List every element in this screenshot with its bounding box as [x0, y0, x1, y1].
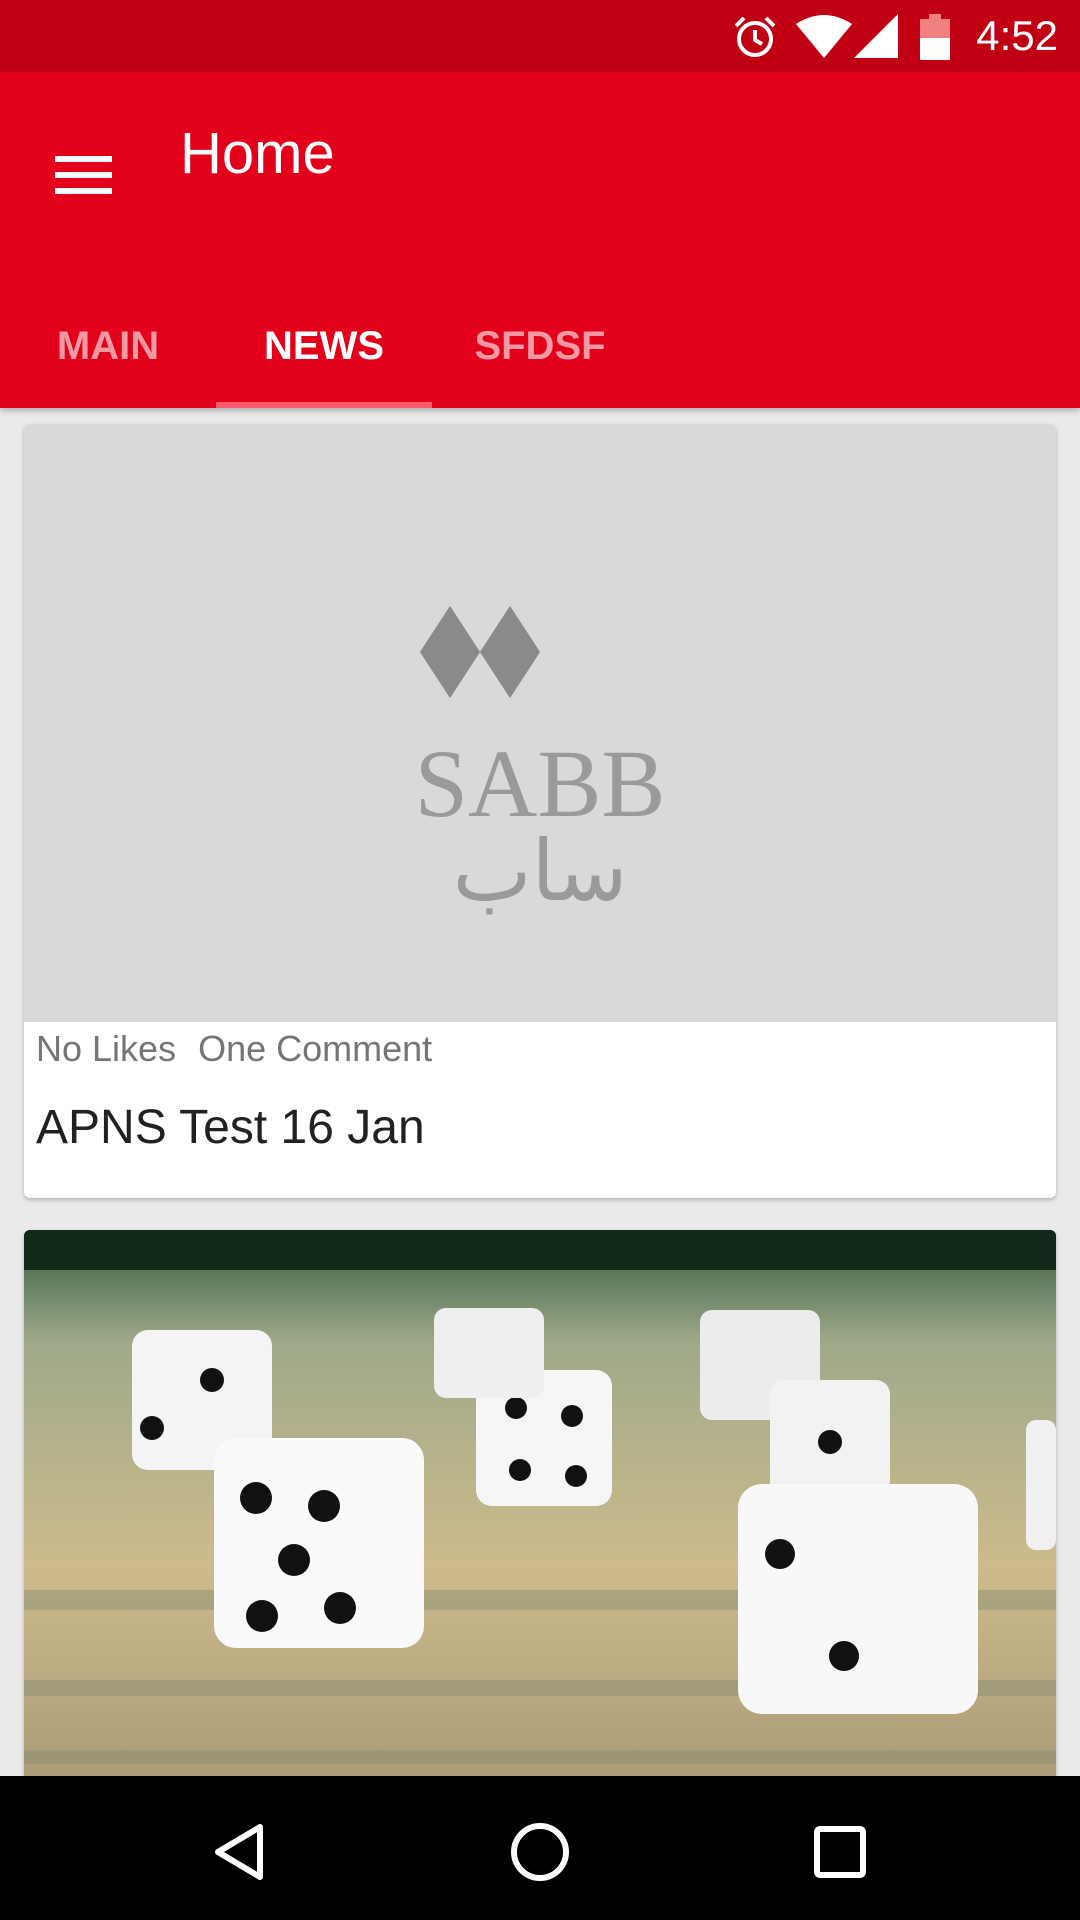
app-bar: Home MAIN NEWS SFDSF: [0, 72, 1080, 408]
news-card[interactable]: [24, 1230, 1056, 1790]
hamburger-menu-icon[interactable]: [40, 128, 130, 218]
sabb-logo: SABB ساب: [415, 606, 666, 920]
card-image: SABB ساب: [24, 424, 1056, 1022]
tab-bar: MAIN NEWS SFDSF: [0, 294, 1080, 408]
card-meta: No Likes One Comment: [36, 1028, 454, 1070]
wifi-icon: [796, 14, 852, 63]
home-icon[interactable]: [490, 1802, 590, 1902]
battery-icon: [920, 14, 950, 65]
news-card[interactable]: SABB ساب No Likes One Comment APNS Test 1…: [24, 424, 1056, 1198]
tab-news[interactable]: NEWS: [216, 294, 432, 408]
recents-icon[interactable]: [790, 1802, 890, 1902]
tab-main[interactable]: MAIN: [24, 294, 192, 408]
signal-icon: [854, 14, 898, 63]
status-bar: 4:52: [0, 0, 1080, 72]
alarm-icon: [732, 14, 778, 65]
page-title: Home: [180, 121, 335, 186]
svg-text:SABB: SABB: [415, 730, 666, 837]
back-icon[interactable]: [190, 1802, 290, 1902]
tab-indicator: [216, 402, 432, 408]
card-title[interactable]: APNS Test 16 Jan: [36, 1100, 425, 1155]
clock-time: 4:52: [976, 12, 1058, 59]
tab-sfdsf[interactable]: SFDSF: [456, 294, 624, 408]
likes-count[interactable]: No Likes: [36, 1028, 176, 1069]
comments-count[interactable]: One Comment: [198, 1028, 432, 1069]
navigation-bar: [0, 1776, 1080, 1920]
svg-text:ساب: ساب: [452, 822, 627, 920]
card-image: [24, 1230, 1056, 1790]
